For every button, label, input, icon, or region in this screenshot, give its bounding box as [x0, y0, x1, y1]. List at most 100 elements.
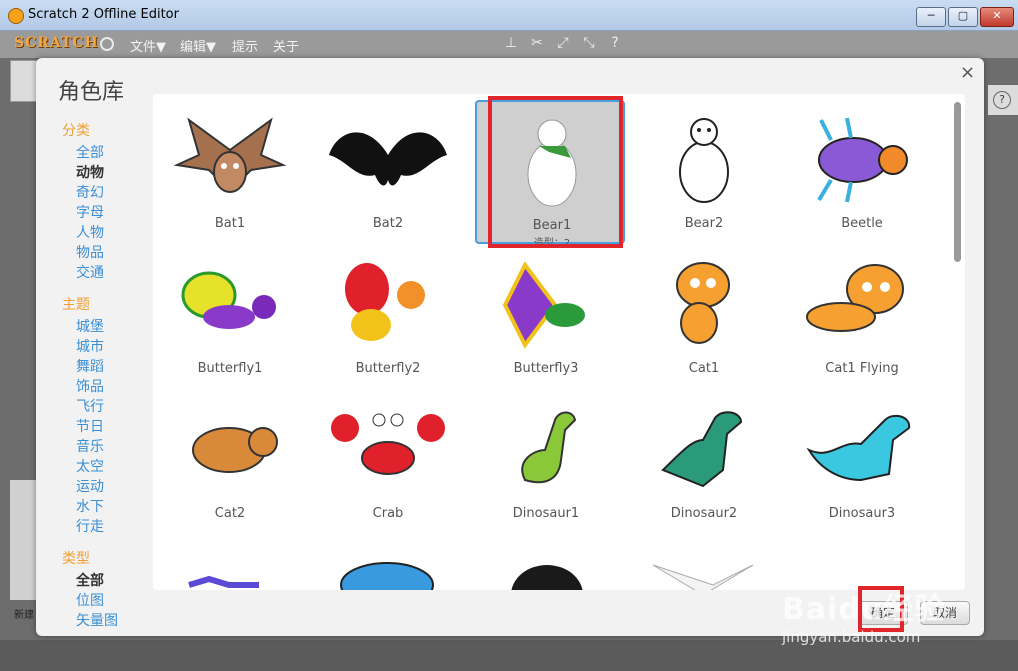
dinosaur2-image: [661, 411, 743, 488]
category-things[interactable]: 物品: [76, 242, 104, 262]
theme-underwater[interactable]: 水下: [76, 496, 104, 516]
theme-flying[interactable]: 飞行: [76, 396, 104, 416]
sprite-name: Butterfly3: [513, 361, 579, 376]
cat1-image: [676, 262, 730, 344]
sprite-tile-bat2[interactable]: Bat2: [313, 100, 463, 244]
theme-music[interactable]: 音乐: [76, 436, 104, 456]
menu-about[interactable]: 关于: [273, 36, 299, 55]
sprite-tile-beetle[interactable]: Beetle: [787, 100, 937, 244]
theme-sports[interactable]: 运动: [76, 476, 104, 496]
category-people[interactable]: 人物: [76, 222, 104, 242]
highlight-box: [488, 96, 623, 248]
scratch-cat-icon: [8, 8, 24, 24]
grid-scrollbar[interactable]: [954, 102, 961, 262]
shrink-icon[interactable]: ⤡: [581, 35, 597, 51]
sprite-name: Bear2: [684, 216, 724, 231]
sprite-tile-dinosaur2[interactable]: Dinosaur2: [629, 390, 779, 534]
sprite-name: Cat2: [214, 506, 246, 521]
sprite-name: Cat1 Flying: [825, 361, 899, 376]
theme-walking[interactable]: 行走: [76, 516, 104, 536]
sprite-grid-panel: Bat1 Bat2 Bear1 造型：2 Bear2 Beetle Butter…: [153, 94, 965, 590]
bear2-image: [679, 118, 729, 203]
sprite-name: Cat1: [688, 361, 720, 376]
theme-holiday[interactable]: 节日: [76, 416, 104, 436]
dialog-title: 角色库: [58, 80, 125, 105]
sprite-name: Bat2: [372, 216, 404, 231]
theme-header: 主题: [62, 297, 90, 313]
beetle-image: [817, 117, 908, 203]
duplicate-stamp-icon[interactable]: ⊥: [503, 35, 519, 51]
new-sprite-label: 新建: [14, 610, 34, 621]
category-header: 分类: [62, 123, 90, 139]
help-circle-icon[interactable]: ?: [993, 91, 1011, 109]
maximize-button[interactable]: ▢: [948, 7, 978, 27]
minimize-button[interactable]: ─: [916, 7, 946, 27]
cat2-image: [192, 427, 278, 473]
language-globe-icon[interactable]: [100, 37, 114, 51]
bat1-image: [173, 117, 287, 193]
sprite-name: Butterfly2: [355, 361, 421, 376]
crab-image: [331, 413, 445, 475]
watermark-url: jingyan.baidu.com: [782, 628, 921, 646]
category-letters[interactable]: 字母: [76, 202, 104, 222]
sprite-tile-cat1[interactable]: Cat1: [629, 245, 779, 389]
dinosaur1-image: [521, 411, 577, 484]
sprite-tile-crab[interactable]: Crab: [313, 390, 463, 534]
delete-scissors-icon[interactable]: ✂: [529, 35, 545, 51]
dog-image: [188, 575, 259, 588]
category-all[interactable]: 全部: [76, 142, 104, 162]
type-vector[interactable]: 矢量图: [76, 610, 118, 630]
category-transport[interactable]: 交通: [76, 262, 104, 282]
scratch-menubar: SCRATCH 文件▼ 编辑▼ 提示 关于 ⊥ ✂ ⤢ ⤡ ?: [0, 31, 1018, 58]
sprite-tile-dinosaur3[interactable]: Dinosaur3: [787, 390, 937, 534]
sprite-library-dialog: 角色库 × 分类 全部 动物 奇幻 字母 人物 物品 交通 主题 城堡 城市 舞…: [36, 58, 984, 636]
sprite-tile-butterfly3[interactable]: Butterfly3: [471, 245, 621, 389]
window-titlebar: Scratch 2 Offline Editor ─ ▢ ✕: [0, 0, 1018, 31]
menu-tips[interactable]: 提示: [232, 36, 258, 55]
sprite-tile-butterfly1[interactable]: Butterfly1: [155, 245, 305, 389]
butterfly1-image: [181, 271, 276, 329]
sprite-tile-bat1[interactable]: Bat1: [155, 100, 305, 244]
dove-image: [652, 564, 754, 590]
sprite-tile-cat2[interactable]: Cat2: [155, 390, 305, 534]
butterfly3-image: [502, 261, 585, 349]
theme-dress-up[interactable]: 饰品: [76, 376, 104, 396]
sprite-name: Bat1: [214, 216, 246, 231]
butterfly2-image: [345, 263, 425, 341]
menu-edit[interactable]: 编辑▼: [180, 36, 216, 55]
theme-castle[interactable]: 城堡: [76, 316, 104, 336]
grow-icon[interactable]: ⤢: [555, 35, 571, 51]
dialog-close-icon[interactable]: ×: [960, 62, 975, 83]
sprite-tile-bear2[interactable]: Bear2: [629, 100, 779, 244]
dog-image: [340, 562, 434, 590]
sprite-tile-partial[interactable]: [629, 535, 779, 590]
type-bitmap[interactable]: 位图: [76, 590, 104, 610]
bat2-image: [329, 132, 447, 186]
sprite-name: Dinosaur1: [512, 506, 580, 521]
cat1-flying-image: [806, 264, 904, 332]
menu-file[interactable]: 文件▼: [130, 36, 166, 55]
scratch-logo: SCRATCH: [14, 35, 99, 51]
category-animals[interactable]: 动物: [76, 162, 104, 182]
theme-space[interactable]: 太空: [76, 456, 104, 476]
dinosaur3-image: [806, 414, 911, 482]
type-header: 类型: [62, 551, 90, 567]
sprite-name: Crab: [372, 506, 404, 521]
help-icon[interactable]: ?: [607, 35, 623, 51]
puppy-photo-image: [511, 565, 583, 590]
sprite-name: Beetle: [841, 216, 883, 231]
baidu-watermark: Baidu经验: [782, 592, 946, 627]
category-fantasy[interactable]: 奇幻: [76, 182, 104, 202]
sprite-name: Dinosaur2: [670, 506, 738, 521]
close-window-button[interactable]: ✕: [980, 7, 1014, 27]
theme-city[interactable]: 城市: [76, 336, 104, 356]
sprite-tile-dinosaur1[interactable]: Dinosaur1: [471, 390, 621, 534]
sprite-tile-cat1-flying[interactable]: Cat1 Flying: [787, 245, 937, 389]
theme-dance[interactable]: 舞蹈: [76, 356, 104, 376]
sprite-tile-partial[interactable]: [471, 535, 621, 590]
sprite-tile-partial[interactable]: [313, 535, 463, 590]
type-all[interactable]: 全部: [76, 570, 104, 590]
sprite-tile-partial[interactable]: [155, 535, 305, 590]
sprite-tile-butterfly2[interactable]: Butterfly2: [313, 245, 463, 389]
window-title: Scratch 2 Offline Editor: [28, 7, 179, 22]
